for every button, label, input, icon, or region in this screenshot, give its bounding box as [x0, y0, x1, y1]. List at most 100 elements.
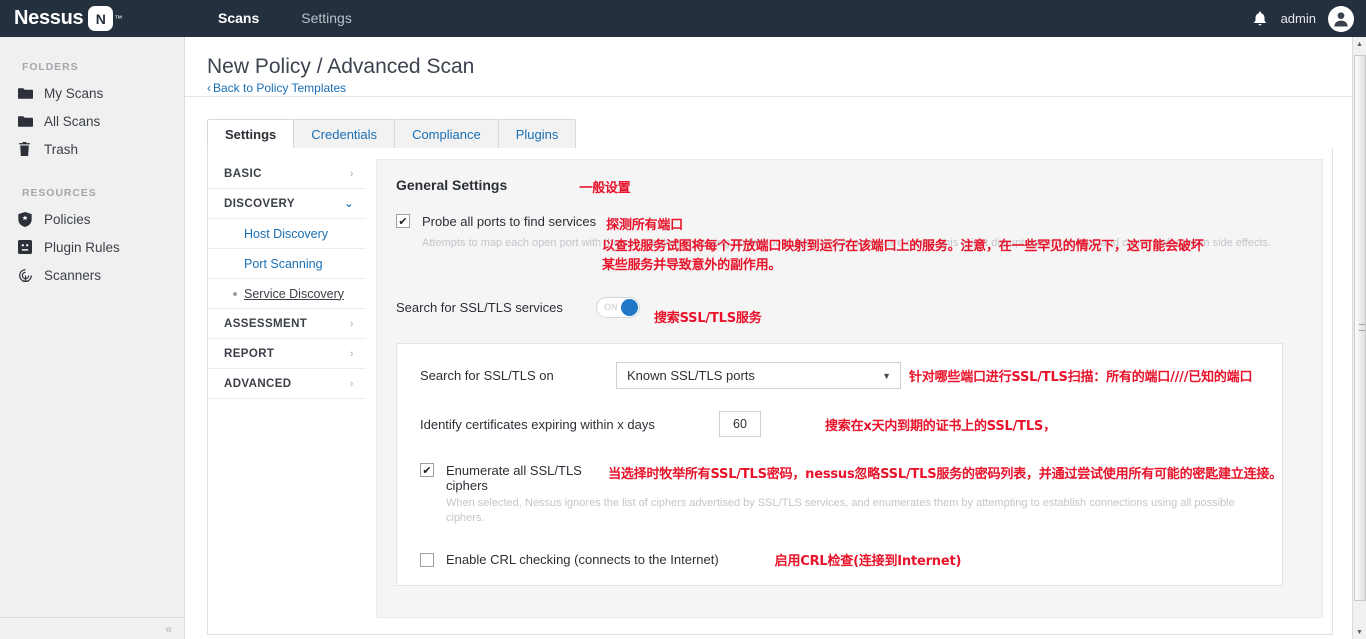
- cert-expiry-label: Identify certificates expiring within x …: [420, 416, 655, 432]
- sidebar-item-label: Plugin Rules: [44, 239, 120, 255]
- main-nav-links: Scans Settings: [197, 0, 373, 37]
- brand-logo[interactable]: Nessus N ™: [0, 0, 185, 37]
- trash-icon: [18, 142, 42, 156]
- toggle-state-text: ON: [604, 302, 618, 312]
- sidebar-group-resources-title: RESOURCES: [22, 187, 97, 199]
- search-ssl-on-annotation: 针对哪些端口进行SSL/TLS扫描：所有的端口////已知的端口: [909, 370, 1253, 385]
- settings-nav-service-discovery[interactable]: Service Discovery: [208, 279, 366, 309]
- settings-nav-label: ADVANCED: [224, 377, 292, 390]
- search-ssl-on-label: Search for SSL/TLS on: [420, 368, 554, 383]
- checkmark-icon: ✔: [398, 215, 408, 228]
- sidebar-item-all-scans[interactable]: All Scans: [0, 107, 184, 135]
- settings-nav-assessment[interactable]: ASSESSMENT ›: [208, 309, 366, 339]
- general-settings-panel: General Settings 一般设置 ✔ Probe all ports …: [376, 159, 1323, 618]
- sidebar-item-label: Scanners: [44, 267, 102, 283]
- brand-badge-letter: N: [95, 10, 106, 27]
- settings-nav-label: ASSESSMENT: [224, 317, 308, 330]
- search-ssl-services-toggle[interactable]: ON: [596, 297, 640, 318]
- nav-item-scans[interactable]: Scans: [197, 0, 280, 37]
- main-content-area: New Policy / Advanced Scan ‹ Back to Poli…: [185, 37, 1352, 639]
- search-ssl-services-row: Search for SSL/TLS services ON 搜索SSL/TLS…: [396, 289, 1303, 326]
- settings-content-frame: BASIC › DISCOVERY ⌄ Host Discovery Port …: [207, 148, 1333, 635]
- panel-title-row: General Settings 一般设置: [396, 177, 1303, 196]
- search-ssl-services-label: Search for SSL/TLS services: [396, 300, 563, 315]
- panel-title: General Settings: [396, 177, 508, 193]
- chevron-right-icon: ›: [349, 167, 354, 180]
- sidebar-item-scanners[interactable]: Scanners: [0, 261, 184, 289]
- checkmark-icon: ✔: [422, 464, 432, 477]
- enumerate-ciphers-label: Enumerate all SSL/TLS ciphers: [446, 463, 582, 493]
- panel-title-annotation: 一般设置: [579, 181, 631, 196]
- settings-nav-report[interactable]: REPORT ›: [208, 339, 366, 369]
- settings-nav-port-scanning[interactable]: Port Scanning: [208, 249, 366, 279]
- settings-category-nav: BASIC › DISCOVERY ⌄ Host Discovery Port …: [208, 148, 366, 634]
- settings-nav-discovery[interactable]: DISCOVERY ⌄: [208, 189, 366, 219]
- cert-expiry-row: Identify certificates expiring within x …: [397, 411, 1282, 437]
- probe-all-ports-annotation: 探测所有端口: [606, 218, 683, 233]
- sidebar-item-my-scans[interactable]: My Scans: [0, 79, 184, 107]
- tab-compliance[interactable]: Compliance: [394, 119, 499, 148]
- back-to-policy-templates-link[interactable]: ‹ Back to Policy Templates: [207, 81, 346, 95]
- back-link-label: Back to Policy Templates: [213, 81, 347, 95]
- policy-tabs: Settings Credentials Compliance Plugins: [207, 119, 1352, 148]
- top-navigation-bar: Nessus N ™ Scans Settings admin: [0, 0, 1366, 37]
- tab-settings[interactable]: Settings: [207, 119, 295, 148]
- shield-icon: [18, 211, 42, 227]
- scroll-down-arrow-icon[interactable]: ▼: [1353, 625, 1366, 639]
- settings-nav-host-discovery[interactable]: Host Discovery: [208, 219, 366, 249]
- sidebar-item-label: My Scans: [44, 85, 104, 101]
- sidebar-item-label: All Scans: [44, 113, 101, 129]
- crl-checking-annotation: 启用CRL检查(连接到Internet): [774, 554, 962, 569]
- crl-checking-row: Enable CRL checking (connects to the Int…: [397, 550, 1282, 569]
- enumerate-ciphers-checkbox[interactable]: ✔: [420, 463, 434, 477]
- tab-plugins[interactable]: Plugins: [497, 119, 577, 148]
- top-right-controls: admin: [1251, 0, 1354, 37]
- search-ssl-on-selected-value: Known SSL/TLS ports: [627, 368, 755, 383]
- user-avatar-icon[interactable]: [1328, 5, 1354, 32]
- cert-expiry-annotation: 搜索在x天内到期的证书上的SSL/TLS，: [825, 418, 1056, 434]
- tab-credentials[interactable]: Credentials: [293, 119, 396, 148]
- sidebar-item-policies[interactable]: Policies: [0, 205, 184, 233]
- toggle-knob: [621, 299, 638, 316]
- current-user-name: admin: [1280, 11, 1316, 26]
- nessus-app-window: Nessus N ™ Scans Settings admin FOLDERS …: [0, 0, 1366, 639]
- scanner-icon: [18, 268, 42, 283]
- enumerate-ciphers-description: When selected, Nessus ignores the list o…: [446, 497, 1235, 524]
- nav-item-settings[interactable]: Settings: [280, 0, 373, 37]
- enumerate-ciphers-row: ✔ Enumerate all SSL/TLS ciphers 当选择时牧举所有…: [397, 463, 1282, 493]
- settings-nav-label: DISCOVERY: [224, 197, 295, 210]
- search-ssl-services-annotation: 搜索SSL/TLS服务: [654, 311, 762, 326]
- enumerate-ciphers-annotation: 当选择时牧举所有SSL/TLS密码，nessus忽略SSL/TLS服务的密码列表…: [608, 467, 1282, 482]
- scrollbar-grip-icon: [1359, 324, 1365, 331]
- plugin-icon: [18, 240, 42, 254]
- crl-checking-checkbox[interactable]: [420, 552, 434, 567]
- probe-all-ports-label: Probe all ports to find services: [422, 214, 597, 229]
- ssl-options-subpanel: Search for SSL/TLS on Known SSL/TLS port…: [396, 343, 1283, 586]
- bell-icon[interactable]: [1251, 10, 1269, 28]
- cert-expiry-value: 60: [733, 417, 747, 431]
- probe-all-ports-row: ✔ Probe all ports to find services 探测所有端…: [396, 214, 1303, 233]
- brand-hex-badge-icon: N: [88, 6, 114, 31]
- probe-description-annotation-line1: 以查找服务试图将每个开放端口映射到运行在该端口上的服务。注意，在一些罕见的情况下…: [602, 239, 1204, 254]
- scrollbar-thumb[interactable]: [1354, 55, 1366, 601]
- chevron-right-icon: ›: [349, 347, 354, 360]
- sidebar-group-folders-title: FOLDERS: [22, 61, 79, 73]
- page-header: New Policy / Advanced Scan ‹ Back to Poli…: [185, 37, 1352, 97]
- page-vertical-scrollbar[interactable]: ▲ ▼: [1352, 37, 1366, 639]
- scroll-up-arrow-icon[interactable]: ▲: [1353, 37, 1366, 51]
- cert-expiry-input[interactable]: 60: [719, 411, 761, 437]
- probe-description-annotation-line2: 某些服务并导致意外的副作用。: [602, 258, 782, 273]
- settings-nav-advanced[interactable]: ADVANCED ›: [208, 369, 366, 399]
- page-title: New Policy / Advanced Scan: [207, 55, 475, 78]
- sidebar-item-plugin-rules[interactable]: Plugin Rules: [0, 233, 184, 261]
- sidebar-collapse-button[interactable]: «: [0, 617, 184, 639]
- folder-icon: [18, 115, 42, 128]
- settings-nav-basic[interactable]: BASIC ›: [208, 159, 366, 189]
- search-ssl-on-row: Search for SSL/TLS on Known SSL/TLS port…: [397, 362, 1282, 389]
- left-sidebar: FOLDERS My Scans All Scans Trash RESOURC…: [0, 37, 185, 639]
- crl-checking-label: Enable CRL checking (connects to the Int…: [446, 552, 719, 567]
- sidebar-item-trash[interactable]: Trash: [0, 135, 184, 163]
- probe-all-ports-checkbox[interactable]: ✔: [396, 214, 410, 228]
- search-ssl-on-select[interactable]: Known SSL/TLS ports ▼: [616, 362, 901, 389]
- sidebar-item-label: Trash: [44, 141, 79, 157]
